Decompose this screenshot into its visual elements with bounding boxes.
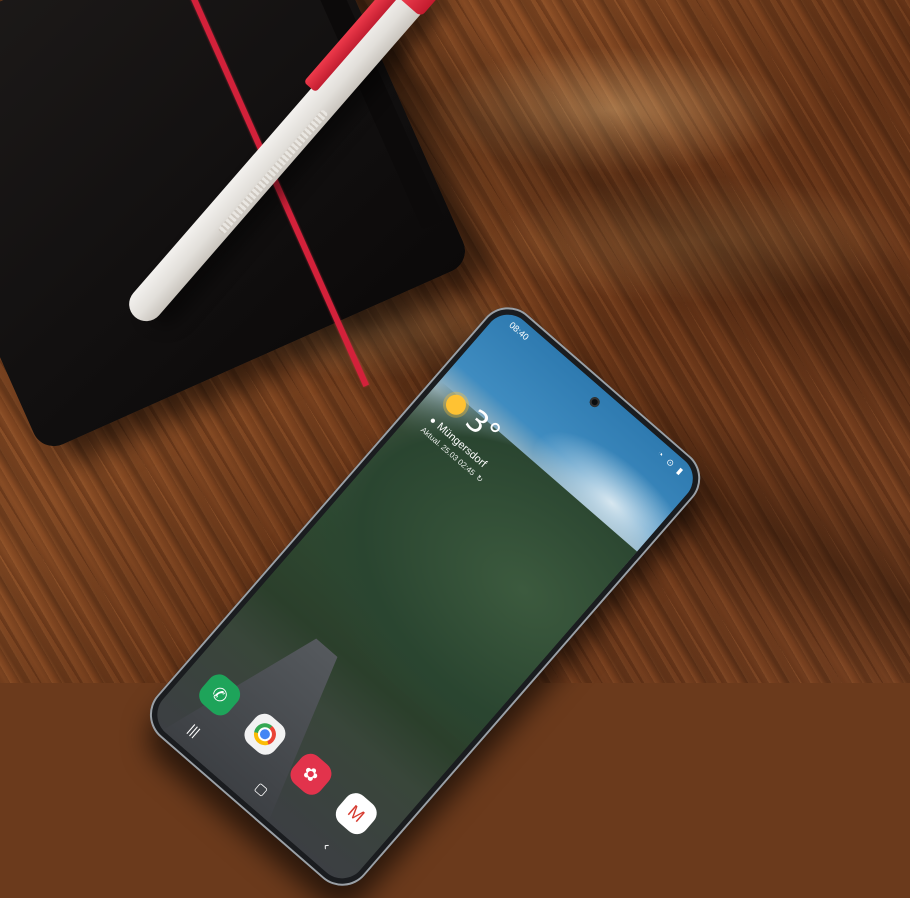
back-button[interactable]: ‹ xyxy=(320,839,333,854)
chrome-logo-icon xyxy=(249,718,281,750)
blossom-icon: ✿ xyxy=(298,761,324,787)
gmail-m-icon: M xyxy=(344,800,369,826)
status-time: 08:40 xyxy=(507,319,531,343)
gmail-app-icon[interactable]: M xyxy=(330,788,382,840)
phone-handset-icon: ✆ xyxy=(207,682,233,708)
galaxy-store-app-icon[interactable]: ✿ xyxy=(285,748,337,800)
status-icons: ◔ ⊙ ▮ xyxy=(655,448,687,478)
